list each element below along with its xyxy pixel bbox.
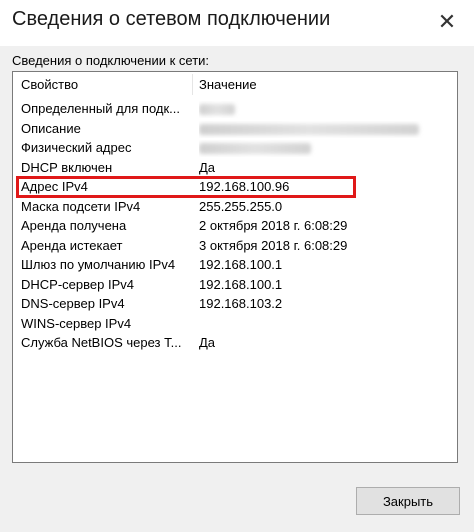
- list-row[interactable]: Служба NetBIOS через Т... Да: [13, 334, 457, 354]
- list-row[interactable]: Аренда получена 2 октября 2018 г. 6:08:2…: [13, 217, 457, 237]
- row-property: DNS-сервер IPv4: [21, 296, 125, 311]
- row-property: Шлюз по умолчанию IPv4: [21, 257, 176, 272]
- redacted-value: [199, 143, 311, 154]
- title-bar: Сведения о сетевом подключении ✕: [0, 0, 474, 46]
- list-header: Свойство Значение: [13, 72, 457, 97]
- row-property: Маска подсети IPv4: [21, 198, 141, 214]
- column-header-value[interactable]: Значение: [199, 77, 257, 92]
- row-property: Физический адрес: [21, 140, 132, 155]
- list-row[interactable]: Физический адрес: [13, 139, 457, 159]
- row-property: WINS-сервер IPv4: [21, 315, 132, 331]
- row-property: DHCP-сервер IPv4: [21, 276, 134, 292]
- list-row[interactable]: WINS-сервер IPv4: [13, 315, 457, 335]
- list-row[interactable]: Аренда истекает 3 октября 2018 г. 6:08:2…: [13, 237, 457, 257]
- row-property: Аренда истекает: [21, 237, 123, 253]
- list-row[interactable]: DNS-сервер IPv4 192.168.103.2: [13, 295, 457, 315]
- list-rows: Определенный для подк... Описание Физиче…: [13, 100, 457, 354]
- redacted-value: [199, 104, 235, 115]
- row-value-redacted: [199, 101, 449, 118]
- row-value: 255.255.255.0: [199, 198, 283, 214]
- row-value: Да: [199, 159, 216, 175]
- close-icon[interactable]: ✕: [430, 6, 464, 38]
- list-row[interactable]: Определенный для подк...: [13, 100, 457, 120]
- list-row[interactable]: Маска подсети IPv4 255.255.255.0: [13, 198, 457, 218]
- row-property: Служба NetBIOS через Т...: [21, 335, 182, 350]
- list-row[interactable]: DHCP-сервер IPv4 192.168.100.1: [13, 276, 457, 296]
- details-list[interactable]: Свойство Значение Определенный для подк.…: [12, 71, 458, 463]
- row-value: 2 октября 2018 г. 6:08:29: [199, 218, 348, 233]
- row-value: 192.168.100.1: [199, 276, 283, 292]
- row-value-redacted: [199, 140, 449, 157]
- list-row[interactable]: Шлюз по умолчанию IPv4 192.168.100.1: [13, 256, 457, 276]
- row-property: DHCP включен: [21, 159, 113, 175]
- row-property: Определенный для подк...: [21, 101, 181, 116]
- row-value-redacted: [199, 121, 449, 138]
- row-value: 192.168.103.2: [199, 296, 283, 311]
- redacted-value: [199, 123, 419, 135]
- details-label: Сведения о подключении к сети:: [12, 53, 210, 68]
- row-property: Аренда получена: [21, 218, 127, 233]
- list-row[interactable]: Описание: [13, 120, 457, 140]
- ipv4-highlight-box: [16, 176, 356, 198]
- row-value: 192.168.100.1: [199, 257, 283, 272]
- row-property: Описание: [21, 120, 81, 136]
- close-button[interactable]: Закрыть: [356, 487, 460, 515]
- column-header-property[interactable]: Свойство: [21, 77, 78, 92]
- row-value: Да: [199, 335, 216, 350]
- window-title: Сведения о сетевом подключении: [12, 8, 331, 30]
- column-separator[interactable]: [192, 74, 193, 95]
- row-value: 3 октября 2018 г. 6:08:29: [199, 237, 348, 253]
- dialog-body: Сведения о подключении к сети: Свойство …: [0, 46, 474, 532]
